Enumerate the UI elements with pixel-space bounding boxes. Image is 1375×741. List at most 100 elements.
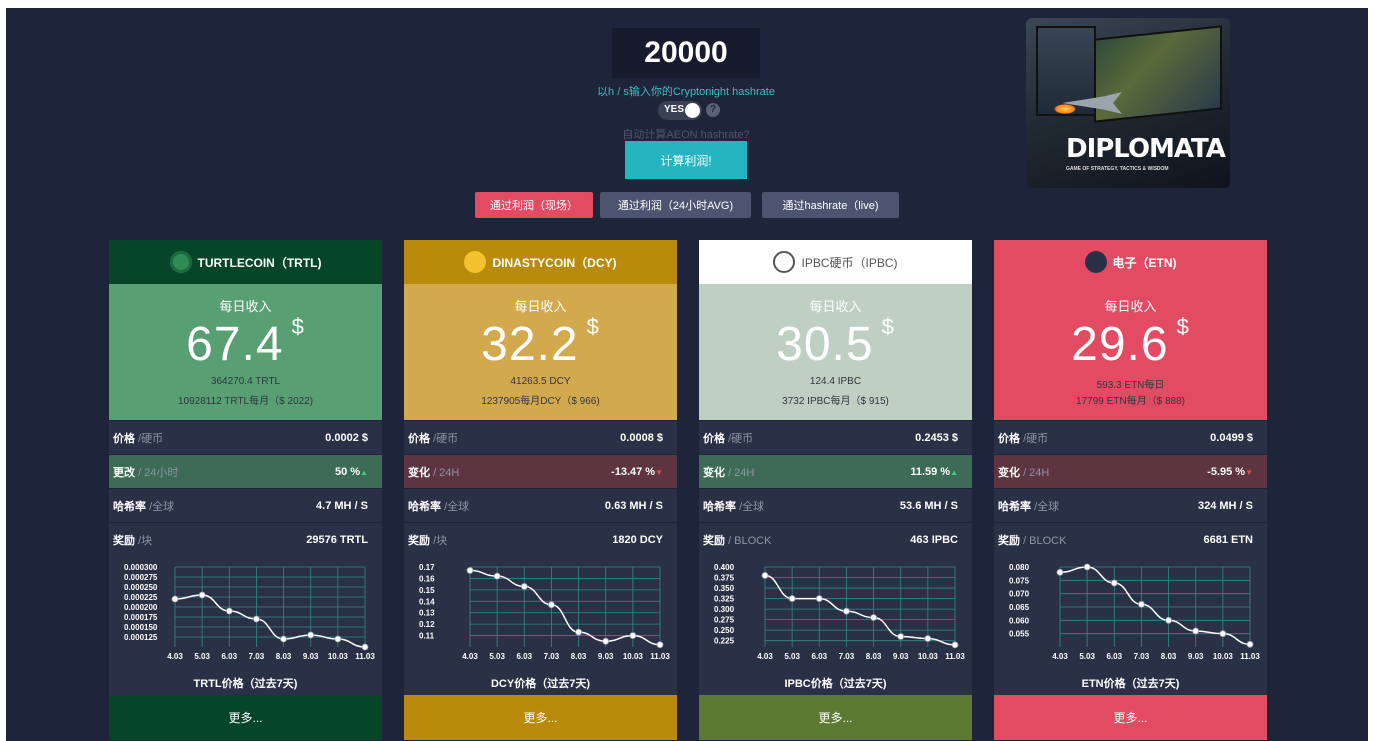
x-tick-label: 9.03: [1188, 652, 1204, 661]
reward-row: 奖励 /块 1820 DCY: [404, 522, 677, 556]
daily-revenue-value: 30.5 $: [776, 314, 895, 371]
price-value: 0.0008 $: [620, 431, 663, 444]
mode-hashrate-live-button[interactable]: 通过hashrate（live): [762, 192, 899, 218]
daily-revenue-label: 每日收入: [514, 299, 567, 314]
calculate-profit-button[interactable]: 计算利润!: [625, 141, 747, 179]
data-point: [870, 614, 877, 621]
data-point: [1219, 630, 1227, 638]
price-chart-svg: 0.080 0.075 0.070 0.065 0.060 0.055 4.03 5.03 6.…: [1009, 563, 1260, 661]
price-chart: 0.17 0.16 0.15 0.14 0.13 0.12 0.11 4.03 5.03 6.03…: [404, 557, 677, 695]
card-header[interactable]: TURTLECOIN（TRTL): [109, 240, 382, 284]
chart-caption: ETN价格（过去7天): [1081, 678, 1180, 690]
more-button[interactable]: 更多...: [404, 695, 677, 740]
change-row: 变化 / 24H -5.95 %▼: [994, 454, 1267, 488]
change-value: -13.47 %▼: [611, 465, 663, 478]
data-point: [520, 583, 528, 590]
daily-revenue-panel: 每日收入 30.5 $ 124.4 IPBC 3732 IPBC每月（$ 915): [699, 284, 972, 420]
price-chart-svg: 0.400 0.3750.350 0.3250.300 0.2750.250 0.225…: [714, 563, 965, 661]
y-tick-label: 0.300: [714, 605, 735, 614]
y-tick-label: 0.350: [714, 584, 735, 593]
x-tick-label: 6.03: [221, 652, 237, 661]
price-label: 价格 /硬币: [998, 432, 1049, 445]
price-value: 0.2453 $: [915, 431, 958, 444]
x-tick-label: 8.03: [276, 652, 292, 661]
chart-caption: TRTL价格（过去7天): [193, 678, 298, 690]
x-tick-label: 10.03: [918, 652, 939, 661]
data-point: [198, 591, 206, 599]
x-tick-label: 10.03: [328, 652, 349, 661]
x-tick-label: 4.03: [1052, 652, 1068, 661]
daily-revenue-value: 29.6 $: [1071, 314, 1190, 371]
monthly-coin-amount: 1237905每月DCY（$ 966): [481, 396, 600, 407]
change-label: 变化 / 24H: [998, 466, 1050, 479]
x-tick-label: 5.03: [489, 652, 505, 661]
y-tick-label: 0.000275: [124, 573, 158, 582]
x-tick-label: 11.03: [945, 652, 965, 661]
hashrate-label: 哈希率 /全球: [408, 500, 470, 513]
y-tick-label: 0.275: [714, 616, 735, 625]
reward-value: 6681 ETN: [1203, 533, 1253, 546]
game-ad-banner[interactable]: DIPLOMATA GAME OF STRATEGY, TACTICS & WI…: [1026, 18, 1230, 188]
y-tick-label: 0.055: [1009, 630, 1030, 639]
auto-aeon-toggle[interactable]: YES: [658, 101, 702, 120]
data-point: [1246, 640, 1254, 648]
data-point: [629, 632, 637, 639]
y-tick-label: 0.080: [1009, 563, 1030, 572]
monthly-coin-amount: 3732 IPBC每月（$ 915): [782, 396, 889, 407]
y-tick-label: 0.000175: [124, 613, 158, 622]
x-tick-label: 4.03: [167, 652, 183, 661]
price-chart-svg: 0.17 0.16 0.15 0.14 0.13 0.12 0.11 4.03 5.03 6.03…: [419, 563, 670, 661]
chart-caption: DCY价格（过去7天): [490, 678, 590, 690]
data-point: [548, 601, 555, 609]
x-tick-label: 6.03: [811, 652, 827, 661]
y-tick-label: 0.000200: [124, 603, 158, 612]
down-arrow-icon: ▼: [655, 467, 663, 477]
x-tick-label: 8.03: [1161, 652, 1177, 661]
auto-aeon-note: 自动计算AEON hashrate?: [622, 129, 750, 141]
data-point: [334, 635, 342, 643]
mode-profit-live-button[interactable]: 通过利润（现场）: [475, 192, 593, 218]
mode-profit-24h-button[interactable]: 通过利润（24小时AVG): [600, 192, 751, 218]
more-button[interactable]: 更多...: [699, 695, 972, 740]
data-point: [1165, 616, 1172, 624]
card-header[interactable]: DINASTYCOIN（DCY): [404, 240, 677, 284]
y-tick-label: 0.065: [1009, 603, 1030, 612]
price-chart: 0.080 0.075 0.070 0.065 0.060 0.055 4.03 5.03 6.…: [994, 557, 1267, 695]
y-tick-label: 0.11: [419, 632, 435, 641]
daily-revenue-panel: 每日收入 67.4 $ 364270.4 TRTL 10928112 TRTL每月…: [109, 284, 382, 420]
daily-coin-amount: 124.4 IPBC: [809, 376, 862, 387]
price-row: 价格 /硬币 0.2453 $: [699, 420, 972, 454]
y-tick-label: 0.000250: [124, 583, 158, 592]
coin-title: DINASTYCOIN（DCY): [492, 255, 617, 270]
x-tick-label: 7.03: [544, 652, 560, 661]
change-label: 变化 / 24H: [703, 466, 755, 479]
profit-calculator-page: 以h / s输入你的Cryptonight hashrate YES ? 自动计…: [6, 8, 1368, 741]
card-header[interactable]: IPBC硬币（IPBC): [699, 240, 972, 284]
y-tick-label: 0.000125: [124, 633, 158, 642]
hashrate-input[interactable]: [612, 28, 760, 78]
reward-row: 奖励 / BLOCK 6681 ETN: [994, 522, 1267, 556]
up-arrow-icon: ▲: [950, 467, 958, 477]
coin-title: 电子（ETN): [1112, 255, 1177, 270]
price-value: 0.0002 $: [325, 431, 368, 444]
hashrate-label: 哈希率 /全球: [703, 500, 765, 513]
more-button[interactable]: 更多...: [109, 695, 382, 740]
hashrate-value: 4.7 MH / S: [316, 499, 368, 512]
data-point: [575, 628, 582, 636]
x-tick-label: 8.03: [571, 652, 587, 661]
change-value: -5.95 %▼: [1207, 465, 1253, 478]
hashrate-value: 324 MH / S: [1197, 499, 1253, 512]
chart-caption: IPBC价格（过去7天): [784, 678, 887, 690]
x-tick-label: 4.03: [757, 652, 773, 661]
data-point: [171, 595, 179, 603]
change-row: 更改 / 24小时 50 %▲: [109, 454, 382, 488]
card-header[interactable]: 电子（ETN): [994, 240, 1267, 284]
more-button[interactable]: 更多...: [994, 695, 1267, 740]
ad-jet-flame: [1054, 104, 1076, 114]
reward-row: 奖励 / BLOCK 463 IPBC: [699, 522, 972, 556]
coin-card-dcy: DINASTYCOIN（DCY) 每日收入 32.2 $ 41263.5 DCY …: [404, 240, 677, 740]
data-point: [225, 607, 233, 615]
daily-coin-amount: 364270.4 TRTL: [210, 376, 281, 387]
hashrate-label: 哈希率 /全球: [998, 500, 1060, 513]
help-icon[interactable]: ?: [706, 103, 720, 117]
